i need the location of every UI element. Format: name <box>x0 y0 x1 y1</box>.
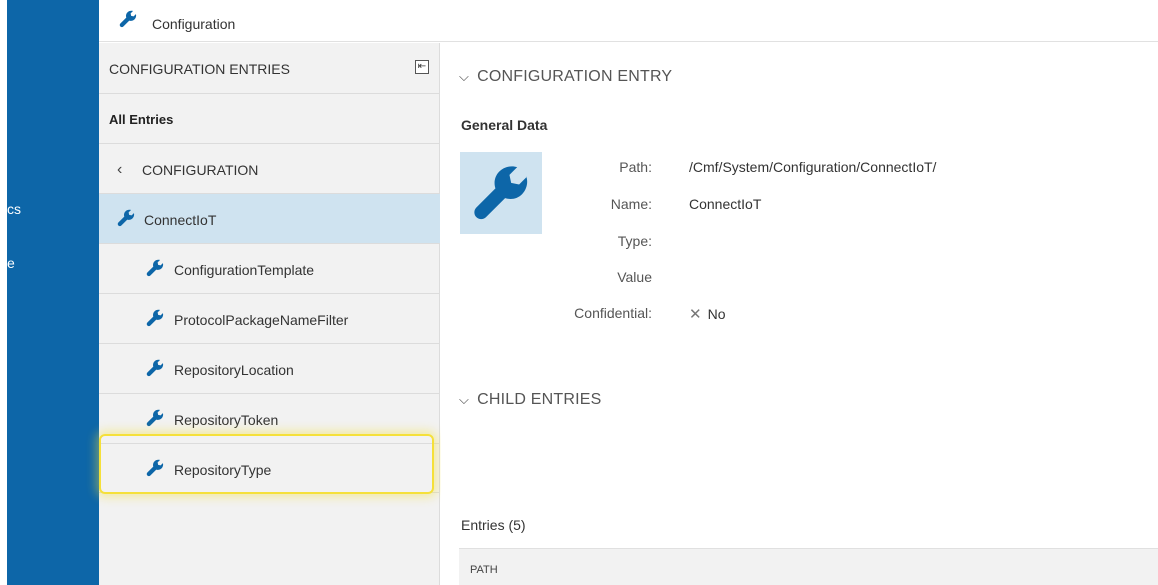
wrench-icon <box>117 209 135 232</box>
entry-label: RepositoryLocation <box>174 362 294 378</box>
section-title: CHILD ENTRIES <box>477 391 602 408</box>
general-data-heading: General Data <box>461 117 548 133</box>
wrench-icon <box>146 409 164 432</box>
page-title: Configuration <box>152 16 236 32</box>
wrench-icon <box>119 10 137 33</box>
name-value: ConnectIoT <box>689 196 762 212</box>
entry-label: RepositoryType <box>174 462 272 478</box>
collapse-panel-button[interactable]: ⇤ <box>415 60 429 74</box>
all-entries-item[interactable]: All Entries <box>99 93 440 143</box>
section-title: CONFIGURATION ENTRY <box>477 68 673 85</box>
sidebar-item-fragment[interactable]: cs <box>7 201 21 217</box>
entry-item-repositorytoken[interactable]: RepositoryToken <box>99 393 440 443</box>
confidential-text: No <box>707 306 726 322</box>
entry-label: ConfigurationTemplate <box>174 262 315 278</box>
chevron-down-icon: ⌵ <box>459 392 470 407</box>
wrench-icon <box>146 459 164 482</box>
wrench-icon <box>146 359 164 382</box>
entry-label: RepositoryToken <box>174 412 279 428</box>
main-navigation-sidebar: cs e <box>7 0 99 585</box>
value-label: Value <box>617 269 652 285</box>
chevron-left-icon: ‹ <box>117 161 123 178</box>
entry-item-connectiot[interactable]: ConnectIoT <box>99 193 440 243</box>
entry-item-repositorylocation[interactable]: RepositoryLocation <box>99 343 440 393</box>
entry-label: ConnectIoT <box>144 212 217 228</box>
wrench-icon <box>146 259 164 282</box>
panel-title: CONFIGURATION ENTRIES <box>109 61 290 77</box>
chevron-down-icon: ⌵ <box>459 69 470 84</box>
name-label: Name: <box>610 196 652 212</box>
close-icon: ✕ <box>689 306 702 323</box>
sidebar-item-fragment[interactable]: e <box>7 255 15 271</box>
confidential-value: ✕ No <box>689 305 725 323</box>
path-label: Path: <box>619 159 652 175</box>
configuration-entries-panel: CONFIGURATION ENTRIES ⇤ All Entries ‹ CO… <box>99 43 440 585</box>
entry-details: ⌵ CONFIGURATION ENTRY General Data Path: … <box>441 43 1158 585</box>
entry-item-repositorytype[interactable]: RepositoryType <box>99 443 440 493</box>
panel-header: CONFIGURATION ENTRIES ⇤ <box>99 43 440 93</box>
entry-item-protocolpackagenamefilter[interactable]: ProtocolPackageNameFilter <box>99 293 440 343</box>
entry-label: ProtocolPackageNameFilter <box>174 312 349 328</box>
back-to-configuration-item[interactable]: ‹ CONFIGURATION <box>99 143 440 193</box>
left-edge <box>0 0 7 585</box>
child-entries-table-header: PATH <box>459 548 1158 585</box>
back-label: CONFIGURATION <box>142 162 259 178</box>
section-toggle-child-entries[interactable]: ⌵ CHILD ENTRIES <box>459 391 601 409</box>
section-toggle-configuration-entry[interactable]: ⌵ CONFIGURATION ENTRY <box>459 68 672 86</box>
type-label: Type: <box>617 233 652 249</box>
path-value: /Cmf/System/Configuration/ConnectIoT/ <box>689 159 937 175</box>
page-header: Configuration <box>99 0 1158 42</box>
confidential-label: Confidential: <box>574 305 652 321</box>
entries-count-heading: Entries (5) <box>461 517 526 533</box>
column-header-path[interactable]: PATH <box>470 564 498 576</box>
entry-item-configurationtemplate[interactable]: ConfigurationTemplate <box>99 243 440 293</box>
all-entries-label: All Entries <box>109 112 174 127</box>
wrench-icon <box>146 309 164 332</box>
